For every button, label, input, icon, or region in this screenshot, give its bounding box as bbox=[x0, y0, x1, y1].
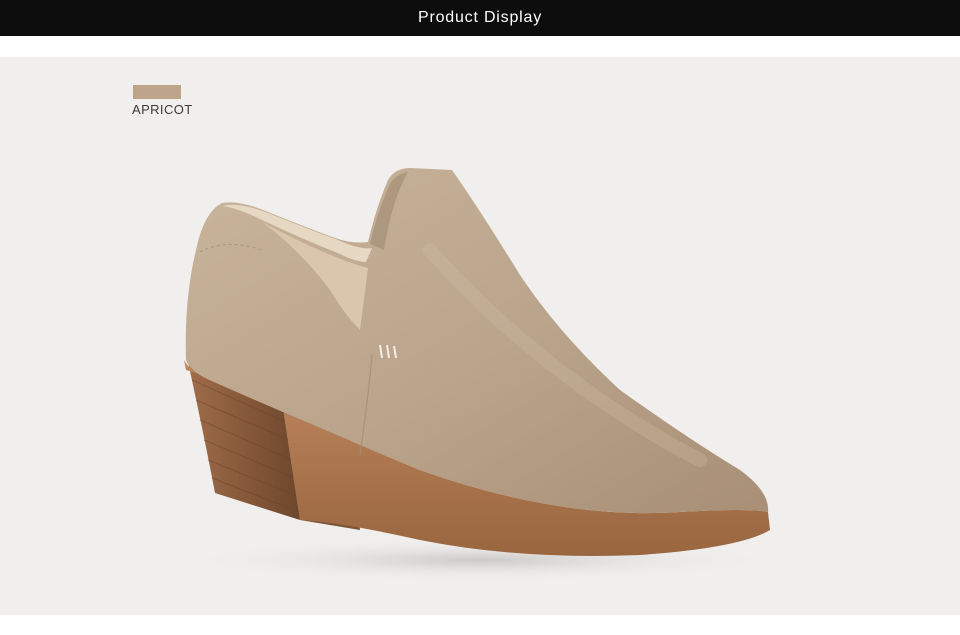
color-name-label: APRICOT bbox=[132, 102, 193, 117]
product-display-page: Product Display APRICOT bbox=[0, 0, 960, 635]
color-swatch bbox=[133, 85, 181, 99]
